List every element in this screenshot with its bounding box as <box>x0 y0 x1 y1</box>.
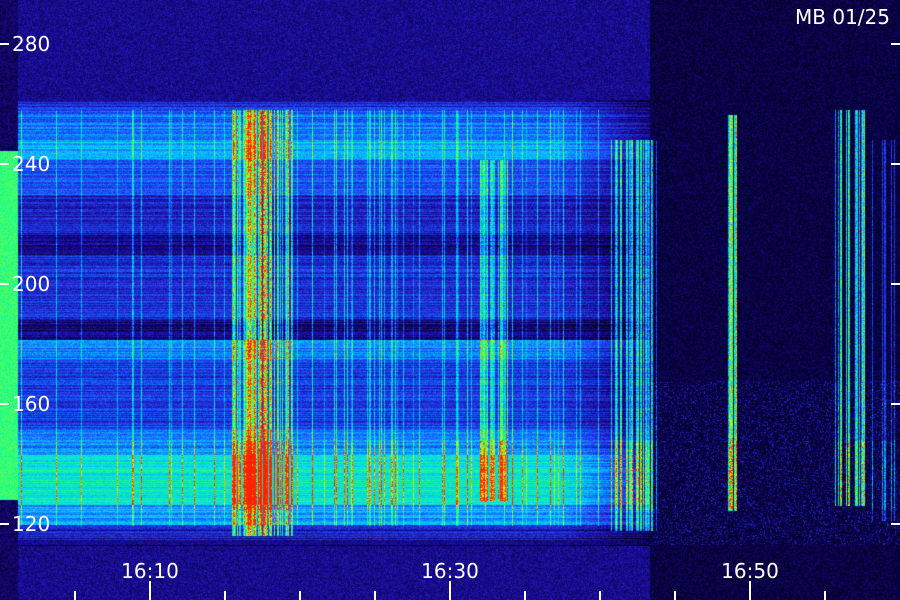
x-tick-label: 16:30 <box>421 559 479 583</box>
x-axis: 16:10 16:30 16:50 <box>74 559 826 600</box>
y-axis-right <box>891 43 900 525</box>
spectrogram-chart: 280 240 200 160 120 16:10 16:30 16:50 MB 01/25 <box>0 0 900 600</box>
x-tick-label: 16:10 <box>121 559 179 583</box>
chart-overlay: 280 240 200 160 120 16:10 16:30 16:50 MB 01/25 <box>0 5 900 600</box>
chart-title: MB 01/25 <box>795 5 890 29</box>
y-tick-label: 240 <box>12 152 50 176</box>
y-tick-label: 120 <box>12 512 50 536</box>
y-axis-left: 280 240 200 160 120 <box>0 32 50 536</box>
x-tick-label: 16:50 <box>721 559 779 583</box>
y-tick-label: 160 <box>12 392 50 416</box>
y-tick-label: 280 <box>12 32 50 56</box>
y-tick-label: 200 <box>12 272 50 296</box>
